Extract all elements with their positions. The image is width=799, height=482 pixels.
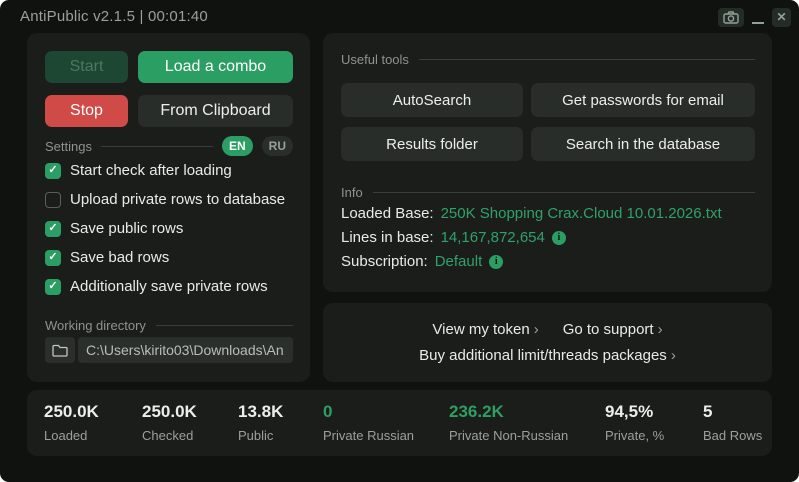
stat-label: Loaded [44,428,99,443]
screenshot-button[interactable] [718,8,744,27]
divider [156,325,293,326]
window-controls: ✕ [718,7,791,27]
minimize-icon [752,22,764,24]
checkbox-2[interactable]: ✓ Save public rows [45,220,300,237]
useful-tools-header: Useful tools [341,52,755,67]
checkbox-icon: ✓ [45,279,61,295]
settings-header: Settings EN RU [45,136,293,156]
subscription-value: Default [435,253,483,270]
chevron-right-icon: › [658,321,663,338]
info-icon[interactable]: i [552,231,566,245]
from-clipboard-button[interactable]: From Clipboard [138,95,293,127]
lines-in-base-label: Lines in base: [341,229,434,246]
language-toggle-ru[interactable]: RU [262,136,293,156]
working-directory-header: Working directory [45,318,293,333]
view-token-link[interactable]: View my token› [432,321,538,338]
stat-loaded: 250.0K Loaded [44,402,99,443]
close-icon: ✕ [776,10,786,24]
divider [101,146,213,147]
divider [373,192,755,193]
stat-private-russian: 0 Private Russian [323,402,414,443]
chevron-right-icon: › [534,321,539,338]
stat-value: 250.0K [142,402,197,422]
useful-tools-label: Useful tools [341,52,409,67]
tools-buttons: AutoSearch Get passwords for email Resul… [341,83,755,161]
buy-packages-link[interactable]: Buy additional limit/threads packages› [419,347,676,364]
settings-checkboxes: ✓ Start check after loading ✓ Upload pri… [45,162,300,295]
checkbox-1[interactable]: ✓ Upload private rows to database [45,191,300,208]
loaded-base-value: 250K Shopping Crax.Cloud 10.01.2026.txt [441,205,722,222]
stat-label: Private Non-Russian [449,428,568,443]
stat-private-percent: 94,5% Private, % [605,402,664,443]
tools-info-panel: Useful tools AutoSearch Get passwords fo… [323,33,772,292]
info-label: Info [341,185,363,200]
working-directory-label: Working directory [45,318,146,333]
info-rows: Loaded Base: 250K Shopping Crax.Cloud 10… [341,205,755,270]
checkbox-label: Additionally save private rows [70,278,268,295]
checkbox-label: Save public rows [70,220,183,237]
checkbox-icon: ✓ [45,250,61,266]
browse-folder-button[interactable] [45,337,75,363]
subscription-row: Subscription: Default i [341,253,755,270]
links-line-1: View my token› Go to support› [432,321,662,338]
stat-value: 94,5% [605,402,664,422]
window-title: AntiPublic v2.1.5 | 00:01:40 [20,8,208,25]
stat-bad-rows: 5 Bad Rows [703,402,762,443]
stat-private-non-russian: 236.2K Private Non-Russian [449,402,568,443]
stat-label: Private Russian [323,428,414,443]
support-link[interactable]: Go to support› [563,321,663,338]
loaded-base-row: Loaded Base: 250K Shopping Crax.Cloud 10… [341,205,755,222]
minimize-button[interactable] [751,8,765,27]
stat-label: Checked [142,428,197,443]
stat-value: 5 [703,402,762,422]
stat-value: 13.8K [238,402,283,422]
checkbox-icon: ✓ [45,192,61,208]
stat-value: 250.0K [44,402,99,422]
load-combo-button[interactable]: Load a combo [138,51,293,83]
main-buttons: Start Load a combo Stop From Clipboard [45,51,293,127]
working-directory-input[interactable] [78,337,293,363]
stats-bar: 250.0K Loaded 250.0K Checked 13.8K Publi… [27,390,772,456]
checkbox-label: Save bad rows [70,249,169,266]
start-button[interactable]: Start [45,51,128,83]
stat-label: Public [238,428,283,443]
checkbox-0[interactable]: ✓ Start check after loading [45,162,300,179]
checkbox-icon: ✓ [45,221,61,237]
subscription-label: Subscription: [341,253,428,270]
titlebar: AntiPublic v2.1.5 | 00:01:40 ✕ [0,0,799,32]
working-directory-row [45,337,293,363]
results-folder-button[interactable]: Results folder [341,127,523,161]
stat-value: 0 [323,402,414,422]
stat-checked: 250.0K Checked [142,402,197,443]
checkbox-icon: ✓ [45,163,61,179]
chevron-right-icon: › [671,347,676,364]
stat-public: 13.8K Public [238,402,283,443]
lines-in-base-row: Lines in base: 14,167,872,654 i [341,229,755,246]
checkbox-label: Start check after loading [70,162,232,179]
camera-icon [723,11,739,24]
control-panel: Start Load a combo Stop From Clipboard S… [27,33,310,382]
stat-label: Bad Rows [703,428,762,443]
checkbox-label: Upload private rows to database [70,191,285,208]
links-panel: View my token› Go to support› Buy additi… [323,303,772,382]
loaded-base-label: Loaded Base: [341,205,434,222]
close-button[interactable]: ✕ [772,8,791,27]
autosearch-button[interactable]: AutoSearch [341,83,523,117]
checkbox-3[interactable]: ✓ Save bad rows [45,249,300,266]
info-header: Info [341,185,755,200]
app-window: AntiPublic v2.1.5 | 00:01:40 ✕ [0,0,799,482]
links-line-2: Buy additional limit/threads packages› [419,347,676,364]
language-toggle-en[interactable]: EN [222,136,253,156]
info-icon[interactable]: i [489,255,503,269]
checkbox-4[interactable]: ✓ Additionally save private rows [45,278,300,295]
folder-icon [52,344,68,357]
settings-label: Settings [45,139,92,154]
lines-in-base-value: 14,167,872,654 [441,229,545,246]
search-database-button[interactable]: Search in the database [531,127,755,161]
stop-button[interactable]: Stop [45,95,128,127]
get-passwords-button[interactable]: Get passwords for email [531,83,755,117]
divider [419,59,755,60]
stat-value: 236.2K [449,402,568,422]
stat-label: Private, % [605,428,664,443]
